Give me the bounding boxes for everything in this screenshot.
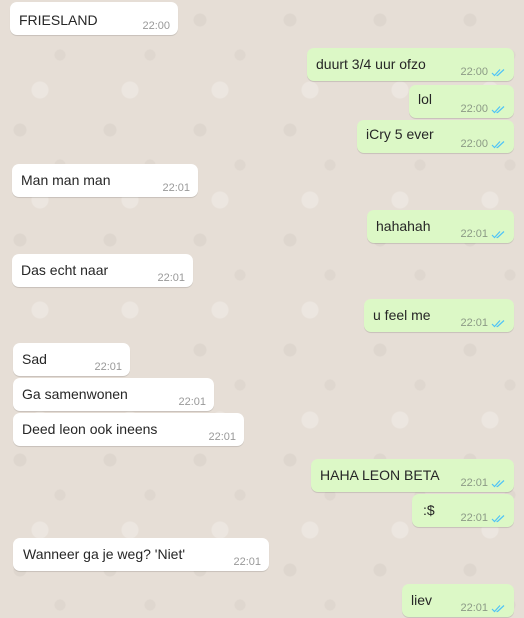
- double-check-icon: [491, 105, 506, 114]
- message-outgoing[interactable]: hahahah 22:01: [367, 210, 514, 243]
- double-check-icon: [491, 514, 506, 523]
- message-time: 22:01: [208, 431, 236, 443]
- message-text: Ga samenwonen: [22, 386, 128, 402]
- message-outgoing[interactable]: liev 22:01: [402, 584, 514, 617]
- message-text: iCry 5 ever: [366, 126, 434, 142]
- message-time: 22:01: [460, 477, 488, 489]
- double-check-icon: [491, 230, 506, 239]
- message-meta: 22:01: [208, 431, 236, 443]
- message-time: 22:01: [157, 272, 185, 284]
- message-incoming[interactable]: Deed leon ook ineens 22:01: [13, 413, 244, 446]
- message-outgoing[interactable]: iCry 5 ever 22:00: [357, 120, 514, 153]
- message-meta: 22:00: [460, 138, 506, 150]
- message-time: 22:01: [460, 228, 488, 240]
- message-meta: 22:01: [178, 396, 206, 408]
- message-text: Sad: [22, 351, 47, 367]
- message-incoming[interactable]: Man man man 22:01: [12, 164, 198, 197]
- message-text: u feel me: [373, 307, 431, 323]
- message-meta: 22:01: [460, 602, 506, 614]
- message-meta: 22:01: [233, 556, 261, 568]
- double-check-icon: [491, 479, 506, 488]
- message-text: :$: [423, 502, 435, 518]
- double-check-icon: [491, 140, 506, 149]
- message-text: duurt 3/4 uur ofzo: [316, 56, 426, 72]
- message-meta: 22:01: [157, 272, 185, 284]
- message-meta: 22:00: [460, 103, 506, 115]
- message-time: 22:01: [178, 396, 206, 408]
- message-time: 22:01: [460, 602, 488, 614]
- message-time: 22:01: [94, 361, 122, 373]
- message-meta: 22:01: [460, 317, 506, 329]
- message-text: Man man man: [21, 172, 111, 188]
- message-time: 22:01: [460, 317, 488, 329]
- message-text: HAHA LEON BETA: [320, 467, 440, 483]
- message-meta: 22:01: [460, 228, 506, 240]
- message-time: 22:00: [142, 20, 170, 32]
- message-incoming[interactable]: Wanneer ga je weg? 'Niet' 22:01: [13, 538, 269, 571]
- message-incoming[interactable]: FRIESLAND 22:00: [10, 2, 178, 35]
- message-time: 22:00: [460, 103, 488, 115]
- message-meta: 22:01: [94, 361, 122, 373]
- message-outgoing[interactable]: duurt 3/4 uur ofzo 22:00: [307, 48, 514, 81]
- message-time: 22:00: [460, 138, 488, 150]
- message-meta: 22:01: [162, 182, 190, 194]
- message-time: 22:00: [460, 66, 488, 78]
- message-time: 22:01: [233, 556, 261, 568]
- message-text: lol: [418, 91, 433, 107]
- double-check-icon: [491, 604, 506, 613]
- message-meta: 22:00: [460, 66, 506, 78]
- message-outgoing[interactable]: :$ 22:01: [412, 494, 514, 527]
- message-text: Deed leon ook ineens: [22, 421, 158, 437]
- message-text: hahahah: [376, 218, 431, 234]
- message-outgoing[interactable]: lol 22:00: [409, 85, 514, 118]
- message-text: FRIESLAND: [19, 12, 98, 28]
- double-check-icon: [491, 319, 506, 328]
- message-meta: 22:01: [460, 477, 506, 489]
- message-meta: 22:01: [460, 512, 506, 524]
- message-incoming[interactable]: Ga samenwonen 22:01: [13, 378, 214, 411]
- message-time: 22:01: [460, 512, 488, 524]
- message-time: 22:01: [162, 182, 190, 194]
- message-outgoing[interactable]: u feel me 22:01: [364, 299, 514, 332]
- message-list[interactable]: FRIESLAND 22:00 duurt 3/4 uur ofzo 22:00…: [0, 0, 524, 618]
- double-check-icon: [491, 68, 506, 77]
- message-incoming[interactable]: Sad 22:01: [13, 343, 130, 376]
- message-incoming[interactable]: Das echt naar 22:01: [12, 254, 193, 287]
- message-meta: 22:00: [142, 20, 170, 32]
- message-text: Wanneer ga je weg? 'Niet': [23, 546, 186, 562]
- message-text: liev: [411, 592, 433, 608]
- message-outgoing[interactable]: HAHA LEON BETA 22:01: [311, 459, 514, 492]
- message-text: Das echt naar: [21, 262, 109, 278]
